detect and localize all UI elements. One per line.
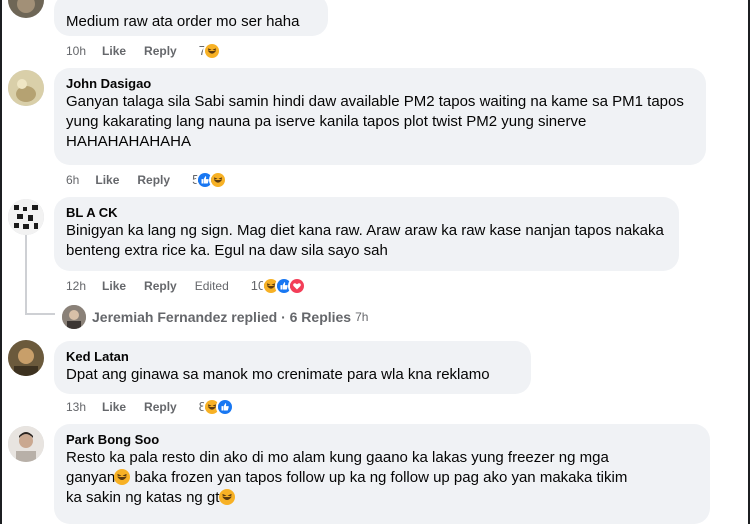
comment-text: Ganyan talaga sila Sabi samin hindi daw … [66,93,684,150]
thread-line [25,313,55,315]
comment-bubble: Park Bong Soo Resto ka pala resto din ak… [54,424,710,524]
avatar[interactable] [8,70,44,106]
comment-bubble: John Dasigao Ganyan talaga sila Sabi sam… [54,68,706,165]
reply-button[interactable]: Reply [137,171,170,189]
reply-button[interactable]: Reply [144,277,177,295]
comment-bubble: Ked Latan Dpat ang ginawa sa manok mo cr… [54,341,531,394]
comment-author[interactable]: Park Bong Soo [66,431,698,448]
comment-text: Resto ka pala resto din ako di mo alam k… [66,448,698,508]
reaction-summary[interactable]: 8 [199,398,234,416]
comment-time[interactable]: 13h [66,398,86,416]
avatar [62,305,86,329]
laughing-emoji-icon [114,469,131,485]
like-button[interactable]: Like [102,277,126,295]
reaction-summary[interactable]: 7 [199,42,221,60]
like-button[interactable]: Like [102,42,126,60]
comment-text: Medium raw ata order mo ser haha [66,13,300,30]
like-button[interactable]: Like [95,171,119,189]
comment-actions: 6h Like Reply 5 [66,171,228,189]
comment-text: Dpat ang ginawa sa manok mo crenimate pa… [66,366,490,383]
replies-age: 7h [355,310,369,324]
comment-actions: 13h Like Reply 8 [66,398,234,416]
love-icon [288,277,307,295]
comment-bubble: Medium raw ata order mo ser haha [54,0,328,36]
edited-label: Edited [194,279,229,293]
avatar[interactable] [8,426,44,462]
comment-author[interactable]: Ked Latan [66,348,519,365]
avatar[interactable] [8,0,44,18]
comment-author[interactable]: BL A CK [66,204,667,221]
comment-time[interactable]: 6h [66,171,79,189]
laughing-emoji-icon [218,489,235,505]
comment-bubble: BL A CK Binigyan ka lang ng sign. Mag di… [54,197,679,271]
like-button[interactable]: Like [102,398,126,416]
view-replies-link[interactable]: Jeremiah Fernandez replied · 6 Replies 7… [62,303,368,331]
avatar[interactable] [8,199,44,235]
comment-text-line: baka frozen yan tapos follow up ka ng fo… [130,469,628,486]
comment-author[interactable]: John Dasigao [66,75,694,92]
comment-actions: 12h Like Reply Edited 10 [66,277,307,295]
comment-text-line: Resto ka pala resto din ako di mo alam k… [66,449,609,466]
reply-button[interactable]: Reply [144,42,177,60]
comment-time[interactable]: 10h [66,42,86,60]
like-icon [215,398,234,416]
thread-line [25,235,27,314]
reaction-summary[interactable]: 5 [192,171,228,189]
haha-icon [202,42,221,60]
comment-text: Binigyan ka lang ng sign. Mag diet kana … [66,222,664,259]
replies-summary[interactable]: Jeremiah Fernandez replied · 6 Replies [92,309,351,325]
comment-text-line: ganyan [66,469,120,486]
haha-icon [209,171,228,189]
reply-button[interactable]: Reply [144,398,177,416]
reaction-summary[interactable]: 10 [251,277,307,295]
avatar[interactable] [8,340,44,376]
comment-time[interactable]: 12h [66,277,86,295]
window-border-left [0,0,2,524]
comment-text-line: ka sakin ng katas ng gt [66,489,224,506]
comment-actions: 10h Like Reply 7 [66,42,221,60]
